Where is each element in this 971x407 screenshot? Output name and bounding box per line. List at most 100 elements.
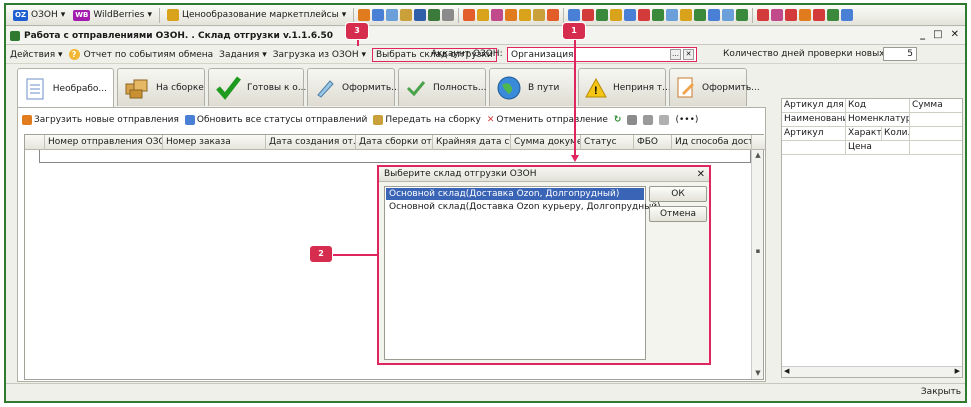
warehouse-list: Основной склад(Доставка Ozon, Долгопрудн… <box>384 186 661 360</box>
pricing-menu[interactable]: Ценообразование маркетплейсы ▾ <box>164 7 349 24</box>
account-field[interactable]: Организация … ✕ <box>507 47 697 62</box>
tab-complete[interactable]: Полность... <box>398 68 487 106</box>
window-icon <box>10 30 20 41</box>
toolbar-separator <box>563 7 565 23</box>
tool-icon-16[interactable] <box>680 9 693 21</box>
scroll-thumb[interactable]: ▪ <box>752 246 764 257</box>
list-item[interactable]: Основной склад(Доставка Ozon, Долгопрудн… <box>386 188 644 200</box>
load-from-ozon-menu[interactable]: Загрузка из ОЗОН ▾ <box>273 50 366 60</box>
goods-col: Наименовани... <box>782 113 846 126</box>
tool-icon-12[interactable] <box>624 9 637 21</box>
maximize-button[interactable]: □ <box>933 29 942 40</box>
tool-icon-10[interactable] <box>596 9 609 21</box>
tool-icon-13[interactable] <box>638 9 651 21</box>
account-value: Организация <box>511 49 574 60</box>
column-header[interactable]: Статус <box>581 135 634 150</box>
column-header[interactable]: Сумма докумен... <box>511 135 581 150</box>
list-item[interactable]: Основной склад(Доставка Ozon курьеру, До… <box>386 201 661 213</box>
tool-icon-4[interactable] <box>505 9 518 21</box>
column-header[interactable]: Дата сборки отпр... <box>356 135 433 150</box>
toolbar-separator <box>458 7 460 23</box>
tool-icon-1[interactable] <box>463 9 476 21</box>
tab-unprocessed[interactable]: Необрабо... <box>17 68 114 108</box>
tool-icon-3[interactable] <box>491 9 504 21</box>
tool-icon-23[interactable] <box>785 9 798 21</box>
sort-icon[interactable] <box>414 9 427 21</box>
scroll-down-icon[interactable]: ▼ <box>752 368 764 379</box>
column-header[interactable]: Ид способа доста... <box>672 135 752 150</box>
vertical-scrollbar[interactable]: ▲ ▪ ▼ <box>751 150 763 379</box>
refresh-icon[interactable]: ↻ <box>614 115 622 125</box>
goods-col: Коли... <box>884 127 910 140</box>
folder-icon[interactable] <box>400 9 413 21</box>
close-button[interactable]: Закрыть <box>921 387 961 397</box>
column-header[interactable]: Номер заказа <box>163 135 266 150</box>
chart-icon[interactable] <box>442 9 455 21</box>
column-header[interactable]: Номер отправления ОЗОН <box>45 135 163 150</box>
filter-clear-icon[interactable] <box>659 115 670 125</box>
scroll-right-icon[interactable]: ▶ <box>955 367 960 375</box>
more-button[interactable]: (•••) <box>675 115 698 125</box>
tool-icon-17[interactable] <box>694 9 707 21</box>
select-account-button[interactable]: … <box>670 49 681 60</box>
tab-register[interactable]: Оформить... <box>307 68 400 106</box>
dialog-close-icon[interactable]: ✕ <box>697 169 705 180</box>
tool-icon-21[interactable] <box>757 9 770 21</box>
tab-assembly[interactable]: На сборке <box>117 68 205 106</box>
table-icon[interactable] <box>428 9 441 21</box>
tool-icon-27[interactable] <box>841 9 854 21</box>
scroll-up-icon[interactable]: ▲ <box>752 150 764 161</box>
cancel-shipment-button[interactable]: ✕ Отменить отправление <box>487 115 608 125</box>
tool-icon-15[interactable] <box>666 9 679 21</box>
tasks-menu[interactable]: Задания ▾ <box>219 50 267 60</box>
column-header[interactable]: ФБО <box>634 135 672 150</box>
tool-icon-2[interactable] <box>477 9 490 21</box>
column-header[interactable]: Крайняя дата сбо... <box>433 135 511 150</box>
tool-icon-24[interactable] <box>799 9 812 21</box>
minimize-button[interactable]: _ <box>920 29 925 40</box>
column-header[interactable]: Дата создания от... <box>266 135 356 150</box>
table-row[interactable] <box>39 150 751 163</box>
ozon-menu[interactable]: OZ ОЗОН ▾ <box>10 7 68 24</box>
scroll-left-icon[interactable]: ◀ <box>784 367 789 375</box>
list-icon[interactable] <box>386 9 399 21</box>
settings-icon[interactable] <box>627 115 638 125</box>
pass-assembly-button[interactable]: Передать на сборку <box>373 115 481 125</box>
cancel-button[interactable]: Отмена <box>649 206 707 222</box>
tool-icon-18[interactable] <box>708 9 721 21</box>
tool-icon-5[interactable] <box>519 9 532 21</box>
tool-icon-6[interactable] <box>533 9 546 21</box>
marker-1-connector <box>574 36 576 158</box>
goods-col: Характ... <box>848 127 882 140</box>
tab-in-transit[interactable]: В пути <box>489 68 575 106</box>
document-icon[interactable] <box>372 9 385 21</box>
report-icon[interactable] <box>358 9 371 21</box>
horizontal-scrollbar[interactable]: ◀ ▶ <box>782 366 962 377</box>
tab-ready[interactable]: Готовы к о... <box>208 68 306 106</box>
tool-icon-7[interactable] <box>547 9 560 21</box>
tool-icon-25[interactable] <box>813 9 826 21</box>
tool-icon-14[interactable] <box>652 9 665 21</box>
ok-button[interactable]: ОК <box>649 186 707 202</box>
tool-icon-20[interactable] <box>736 9 749 21</box>
update-statuses-button[interactable]: Обновить все статусы отправлений <box>184 115 367 125</box>
main-toolbar: OZ ОЗОН ▾ WB WildBerries ▾ Ценообразован… <box>6 5 965 26</box>
load-new-button[interactable]: Загрузить новые отправления <box>22 115 179 125</box>
actions-menu[interactable]: Действия ▾ <box>10 50 63 60</box>
report-button[interactable]: ? Отчет по событиям обмена <box>68 49 213 60</box>
tool-icon-19[interactable] <box>722 9 735 21</box>
tool-icon-26[interactable] <box>827 9 840 21</box>
filter-icon[interactable] <box>643 115 654 125</box>
wildberries-menu[interactable]: WB WildBerries ▾ <box>70 7 155 24</box>
days-input[interactable]: 5 <box>883 47 917 61</box>
tool-icon-22[interactable] <box>771 9 784 21</box>
tab-not-accepted[interactable]: ! Неприня т... <box>578 68 671 106</box>
tool-icon-11[interactable] <box>610 9 623 21</box>
clear-account-button[interactable]: ✕ <box>683 49 694 60</box>
tool-icon-9[interactable] <box>582 9 595 21</box>
window-titlebar: Работа с отправлениями ОЗОН. . Склад отг… <box>6 27 965 45</box>
close-window-button[interactable]: ✕ <box>951 29 959 40</box>
tab-register-2[interactable]: Оформить... <box>669 68 760 106</box>
tab-label: В пути <box>528 82 560 93</box>
tool-icon-8[interactable] <box>568 9 581 21</box>
